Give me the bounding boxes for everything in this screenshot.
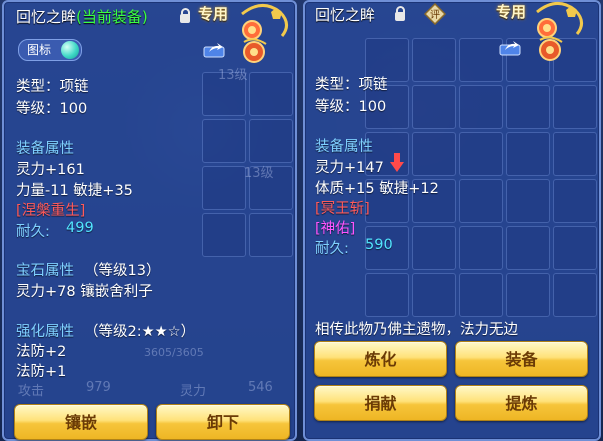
compare-attr-line: 体质+15 敏捷+12 xyxy=(315,181,439,197)
special-effect: [涅槃重生] xyxy=(16,203,86,219)
compare-durability-value: 590 xyxy=(365,237,393,253)
unequip-button[interactable]: 卸下 xyxy=(156,404,290,440)
equipped-status: (当前装备) xyxy=(76,8,148,26)
compare-item-type: 类型：项链 xyxy=(315,77,388,93)
lock-icon[interactable] xyxy=(395,6,405,21)
dedicated-label: 专用 xyxy=(198,5,229,23)
dedicated-label: 专用 xyxy=(496,3,527,21)
background-stat-value: 979 xyxy=(86,380,111,395)
gem-attr-title: 宝石属性 xyxy=(16,263,74,279)
refine-button[interactable]: 炼化 xyxy=(314,341,447,377)
background-stat-label: 灵力 xyxy=(180,384,207,399)
item-level: 等级：100 xyxy=(16,101,88,117)
icon-toggle[interactable]: 图标 xyxy=(18,39,83,61)
item-type: 类型：项链 xyxy=(16,79,89,95)
donate-button[interactable]: 捐献 xyxy=(314,385,447,421)
background-stat-value: 546 xyxy=(248,380,273,395)
attr-line: 灵力+161 xyxy=(16,162,85,178)
gem-level: （等级13） xyxy=(84,263,161,279)
seal-glyph: 评 xyxy=(430,9,440,21)
inlay-button[interactable]: 镶嵌 xyxy=(14,404,148,440)
icon-toggle-label: 图标 xyxy=(27,43,52,57)
background-item-level: 13级 xyxy=(218,68,248,83)
share-icon[interactable] xyxy=(499,40,521,56)
durability-value: 499 xyxy=(66,220,94,236)
gem-line: 灵力+78 镶嵌舍利子 xyxy=(16,284,153,300)
background-hp-text: 3605/3605 xyxy=(144,346,204,359)
enhance-line: 法防+1 xyxy=(16,364,67,380)
gem-icon xyxy=(61,41,80,59)
compare-item-name: 回忆之眸 xyxy=(315,6,376,24)
enhance-line: 法防+2 xyxy=(16,344,67,360)
share-icon[interactable] xyxy=(203,42,225,58)
attr-line: 力量-11 敏捷+35 xyxy=(16,183,133,199)
necklace-icon xyxy=(243,38,267,63)
compare-equip-attr-title: 装备属性 xyxy=(315,139,373,155)
enhance-attr-title: 强化属性 xyxy=(16,324,74,340)
tag-badge-icon xyxy=(536,2,583,38)
background-stat-label: 攻击 xyxy=(18,384,45,399)
compare-item-level: 等级：100 xyxy=(315,99,387,115)
tag-badge-icon xyxy=(241,4,288,40)
enhance-level: （等级2:★★☆） xyxy=(84,324,196,340)
durability-label: 耐久: xyxy=(16,224,50,240)
item-name: 回忆之眸 xyxy=(16,8,77,26)
item-description: 相传此物乃佛主遗物，法力无边 xyxy=(315,322,518,338)
seal-icon[interactable]: 评 xyxy=(424,3,446,25)
red-down-arrow-icon xyxy=(390,153,404,172)
equip-attr-title: 装备属性 xyxy=(16,141,74,157)
background-item-level: 13级 xyxy=(244,166,274,181)
compare-special-effect: [冥王斩] xyxy=(315,201,370,217)
item-title: 回忆之眸(当前装备) xyxy=(16,6,148,27)
purify-button[interactable]: 提炼 xyxy=(455,385,588,421)
current-equipment-tooltip: 13级 13级 3605/3605 攻击 979 灵力 546 回忆之眸(当前装… xyxy=(2,0,297,441)
necklace-icon xyxy=(539,36,563,61)
compare-durability-label: 耐久: xyxy=(315,241,349,257)
lock-icon[interactable] xyxy=(180,8,190,23)
compare-blessing: [神佑] xyxy=(315,221,356,237)
equip-button[interactable]: 装备 xyxy=(455,341,588,377)
compare-attr-line: 灵力+147 xyxy=(315,160,384,176)
